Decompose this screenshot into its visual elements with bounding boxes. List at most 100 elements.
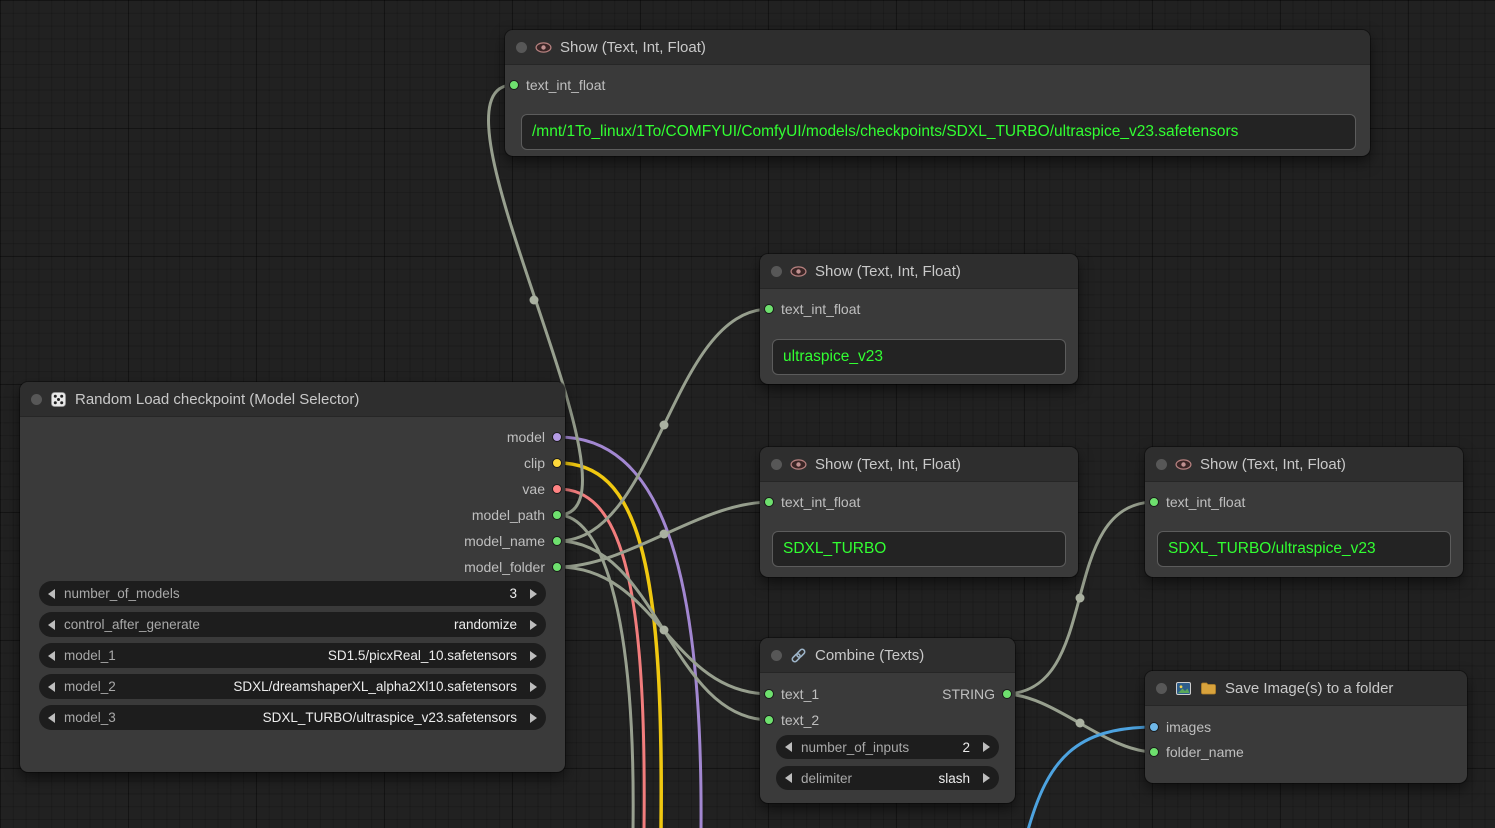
widget-value[interactable]: slash <box>938 771 970 786</box>
input-slot-dot[interactable] <box>1149 497 1159 507</box>
slot-label: images <box>1166 719 1211 735</box>
input-slot-dot[interactable] <box>764 689 774 699</box>
collapse-dot[interactable] <box>1156 683 1167 694</box>
slot-label: model_name <box>464 533 545 549</box>
eye-icon <box>535 39 552 56</box>
increment-arrow-icon[interactable] <box>530 651 537 661</box>
output-slot-string: STRING <box>942 684 1012 704</box>
slot-label: text_int_float <box>781 494 860 510</box>
widget-value[interactable]: SD1.5/picxReal_10.safetensors <box>328 648 517 663</box>
output-slot-dot[interactable] <box>552 432 562 442</box>
output-slot-model-folder: model_folder <box>464 557 562 577</box>
output-slot-dot[interactable] <box>552 536 562 546</box>
collapse-dot[interactable] <box>1156 459 1167 470</box>
decrement-arrow-icon[interactable] <box>48 713 55 723</box>
collapse-dot[interactable] <box>771 459 782 470</box>
node-graph-canvas[interactable]: Show (Text, Int, Float) text_int_float /… <box>0 0 1495 828</box>
output-slot-model-name: model_name <box>464 531 562 551</box>
text-display[interactable]: SDXL_TURBO <box>772 531 1066 567</box>
wire-images-input <box>1028 727 1155 828</box>
widget-value[interactable]: SDXL_TURBO/ultraspice_v23.safetensors <box>263 710 517 725</box>
output-slot-dot[interactable] <box>552 562 562 572</box>
input-slot-text-int-float: text_int_float <box>1149 492 1245 512</box>
widget-value[interactable]: 2 <box>962 740 970 755</box>
input-slot-dot[interactable] <box>764 715 774 725</box>
widget-model-1[interactable]: model_1 SD1.5/picxReal_10.safetensors <box>39 643 546 668</box>
input-slot-dot[interactable] <box>764 304 774 314</box>
widget-name: control_after_generate <box>64 617 200 632</box>
node-show-path[interactable]: Show (Text, Int, Float) text_int_float /… <box>505 30 1370 156</box>
collapse-dot[interactable] <box>771 266 782 277</box>
decrement-arrow-icon[interactable] <box>785 773 792 783</box>
node-title-bar[interactable]: Combine (Texts) <box>760 638 1015 673</box>
input-slot-dot[interactable] <box>764 497 774 507</box>
output-slot-dot[interactable] <box>552 510 562 520</box>
node-title: Combine (Texts) <box>815 647 924 664</box>
link-midpoint-dot <box>530 296 539 305</box>
widget-name: model_2 <box>64 679 116 694</box>
increment-arrow-icon[interactable] <box>530 589 537 599</box>
node-title: Show (Text, Int, Float) <box>815 263 961 280</box>
input-slot-dot[interactable] <box>1149 747 1159 757</box>
eye-icon <box>790 456 807 473</box>
node-title-bar[interactable]: Show (Text, Int, Float) <box>505 30 1370 65</box>
widget-name: model_3 <box>64 710 116 725</box>
node-title-bar[interactable]: Show (Text, Int, Float) <box>760 447 1078 482</box>
node-title: Show (Text, Int, Float) <box>815 456 961 473</box>
collapse-dot[interactable] <box>771 650 782 661</box>
node-random-load-checkpoint[interactable]: Random Load checkpoint (Model Selector) … <box>20 382 565 772</box>
input-slot-images: images <box>1149 717 1211 737</box>
node-title: Save Image(s) to a folder <box>1225 680 1393 697</box>
decrement-arrow-icon[interactable] <box>785 742 792 752</box>
increment-arrow-icon[interactable] <box>530 713 537 723</box>
node-title-bar[interactable]: Show (Text, Int, Float) <box>760 254 1078 289</box>
node-title-bar[interactable]: Random Load checkpoint (Model Selector) <box>20 382 565 417</box>
decrement-arrow-icon[interactable] <box>48 620 55 630</box>
dice-icon <box>50 391 67 408</box>
increment-arrow-icon[interactable] <box>983 773 990 783</box>
node-show-name[interactable]: Show (Text, Int, Float) text_int_float u… <box>760 254 1078 384</box>
widget-delimiter[interactable]: delimiter slash <box>776 766 999 790</box>
increment-arrow-icon[interactable] <box>530 620 537 630</box>
increment-arrow-icon[interactable] <box>983 742 990 752</box>
decrement-arrow-icon[interactable] <box>48 682 55 692</box>
node-title-bar[interactable]: Show (Text, Int, Float) <box>1145 447 1463 482</box>
widget-value[interactable]: 3 <box>509 586 517 601</box>
node-show-folder[interactable]: Show (Text, Int, Float) text_int_float S… <box>760 447 1078 577</box>
widget-model-3[interactable]: model_3 SDXL_TURBO/ultraspice_v23.safete… <box>39 705 546 730</box>
collapse-dot[interactable] <box>31 394 42 405</box>
input-slot-dot[interactable] <box>509 80 519 90</box>
widget-control-after-generate[interactable]: control_after_generate randomize <box>39 612 546 637</box>
text-display[interactable]: ultraspice_v23 <box>772 339 1066 375</box>
input-slot-text-int-float: text_int_float <box>509 75 605 95</box>
decrement-arrow-icon[interactable] <box>48 651 55 661</box>
output-slot-vae: vae <box>522 479 562 499</box>
widget-model-2[interactable]: model_2 SDXL/dreamshaperXL_alpha2Xl10.sa… <box>39 674 546 699</box>
text-display[interactable]: SDXL_TURBO/ultraspice_v23 <box>1157 531 1451 567</box>
widget-value[interactable]: SDXL/dreamshaperXL_alpha2Xl10.safetensor… <box>233 679 517 694</box>
collapse-dot[interactable] <box>516 42 527 53</box>
widget-value[interactable]: randomize <box>454 617 517 632</box>
output-slot-dot[interactable] <box>552 484 562 494</box>
node-title-bar[interactable]: Save Image(s) to a folder <box>1145 671 1467 706</box>
image-icon <box>1175 680 1192 697</box>
text-display[interactable]: /mnt/1To_linux/1To/COMFYUI/ComfyUI/model… <box>521 114 1356 150</box>
input-slot-text-2: text_2 <box>764 710 819 730</box>
output-slot-model-path: model_path <box>472 505 562 525</box>
increment-arrow-icon[interactable] <box>530 682 537 692</box>
link-icon <box>790 647 807 664</box>
widget-name: number_of_models <box>64 586 180 601</box>
node-show-combined[interactable]: Show (Text, Int, Float) text_int_float S… <box>1145 447 1463 577</box>
input-slot-folder-name: folder_name <box>1149 742 1244 762</box>
input-slot-dot[interactable] <box>1149 722 1159 732</box>
output-slot-dot[interactable] <box>552 458 562 468</box>
input-slot-text-1: text_1 <box>764 684 819 704</box>
slot-label: model <box>507 429 545 445</box>
node-combine-texts[interactable]: Combine (Texts) text_1 text_2 STRING num… <box>760 638 1015 803</box>
widget-number-of-models[interactable]: number_of_models 3 <box>39 581 546 606</box>
slot-label: vae <box>522 481 545 497</box>
widget-number-of-inputs[interactable]: number_of_inputs 2 <box>776 735 999 759</box>
node-save-images[interactable]: Save Image(s) to a folder images folder_… <box>1145 671 1467 783</box>
output-slot-dot[interactable] <box>1002 689 1012 699</box>
decrement-arrow-icon[interactable] <box>48 589 55 599</box>
